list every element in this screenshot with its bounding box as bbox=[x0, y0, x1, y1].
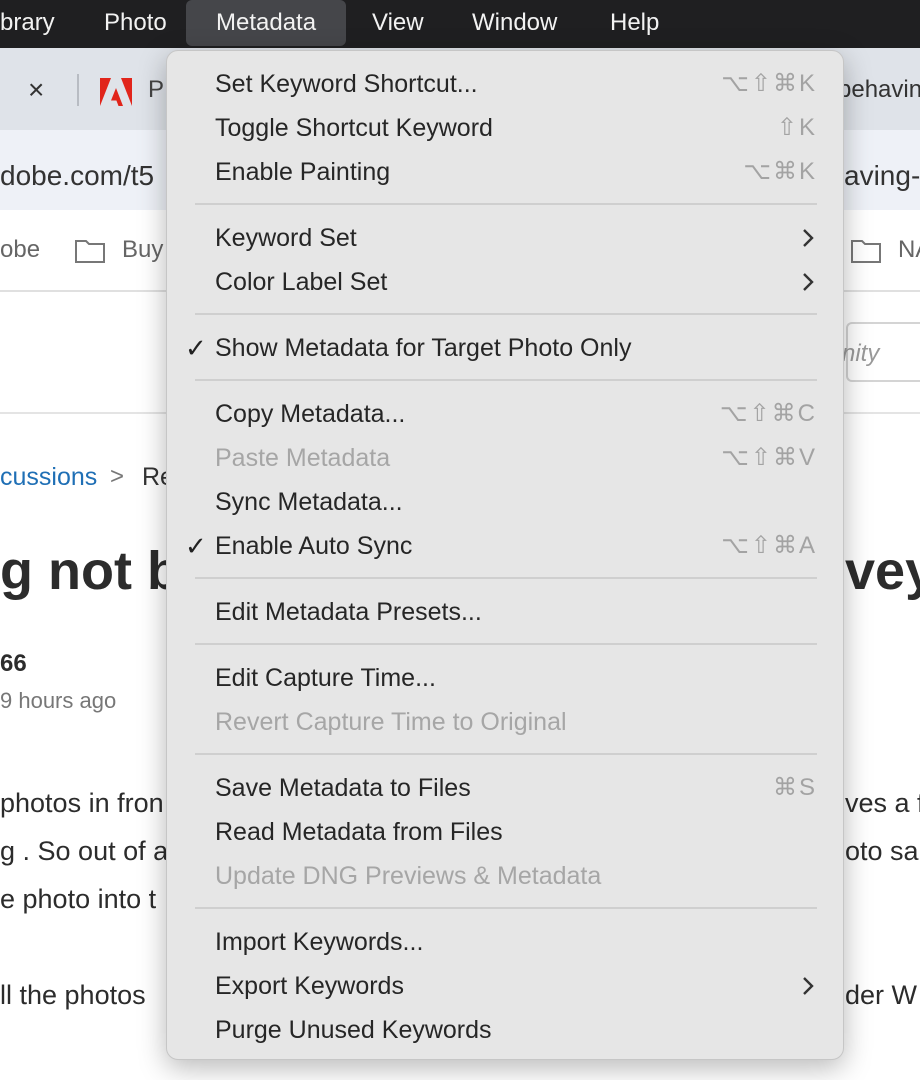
chevron-right-icon bbox=[803, 977, 814, 995]
menu-item-edit-metadata-presets[interactable]: Edit Metadata Presets... bbox=[167, 590, 843, 634]
menu-item-label: Revert Capture Time to Original bbox=[215, 708, 567, 736]
menu-item-label: Copy Metadata... bbox=[215, 400, 406, 428]
breadcrumb-link[interactable]: cussions bbox=[0, 463, 97, 492]
menu-item-label: Save Metadata to Files bbox=[215, 774, 471, 802]
menu-item-read-metadata-from-files[interactable]: Read Metadata from Files bbox=[167, 810, 843, 854]
menu-item-label: Paste Metadata bbox=[215, 444, 391, 472]
menu-item-label: Edit Capture Time... bbox=[215, 664, 436, 692]
menu-item-shortcut: ⌥⇧⌘V bbox=[721, 444, 817, 471]
menu-item-label: Purge Unused Keywords bbox=[215, 1016, 492, 1044]
post-body-line: e photo into t bbox=[0, 884, 157, 914]
menu-item-shortcut: ⌘S bbox=[772, 774, 817, 801]
metadata-dropdown-menu: Set Keyword Shortcut... ⌥⇧⌘K Toggle Shor… bbox=[166, 50, 844, 1060]
menu-item-import-keywords[interactable]: Import Keywords... bbox=[167, 920, 843, 964]
post-body-line: g . So out of a bbox=[0, 836, 169, 866]
menu-item-set-keyword-shortcut[interactable]: Set Keyword Shortcut... ⌥⇧⌘K bbox=[167, 62, 843, 106]
menu-item-enable-auto-sync[interactable]: ✓ Enable Auto Sync ⌥⇧⌘A bbox=[167, 524, 843, 568]
folder-icon bbox=[851, 240, 881, 263]
post-body-line-right: ves a f bbox=[845, 788, 920, 818]
menu-item-show-metadata-target-only[interactable]: ✓ Show Metadata for Target Photo Only bbox=[167, 326, 843, 370]
post-title: g not b bbox=[0, 541, 180, 601]
menu-item-label: Export Keywords bbox=[215, 972, 404, 1000]
checkmark-icon: ✓ bbox=[185, 531, 207, 561]
tab-divider bbox=[77, 74, 79, 106]
browser-tab-title-right[interactable]: behavin bbox=[838, 76, 920, 104]
browser-tab-title[interactable]: P bbox=[148, 76, 164, 104]
menu-item-label: Sync Metadata... bbox=[215, 488, 403, 516]
menu-item-label: Toggle Shortcut Keyword bbox=[215, 114, 493, 142]
menu-item-edit-capture-time[interactable]: Edit Capture Time... bbox=[167, 656, 843, 700]
menu-item-toggle-shortcut-keyword[interactable]: Toggle Shortcut Keyword ⇧K bbox=[167, 106, 843, 150]
bookmark-item-buy[interactable]: Buy bbox=[122, 236, 163, 264]
menu-item-save-metadata-to-files[interactable]: Save Metadata to Files ⌘S bbox=[167, 766, 843, 810]
menu-item-label: Keyword Set bbox=[215, 224, 357, 252]
post-title-right: vey bbox=[845, 541, 920, 601]
menu-separator bbox=[195, 203, 817, 205]
folder-icon bbox=[75, 240, 105, 263]
post-body-line-right: der W bbox=[845, 980, 918, 1010]
menu-view[interactable]: View bbox=[356, 0, 440, 46]
bookmark-item-na[interactable]: NA bbox=[898, 236, 920, 264]
menu-item-label: Set Keyword Shortcut... bbox=[215, 70, 478, 98]
menu-separator bbox=[195, 577, 817, 579]
menu-separator bbox=[195, 753, 817, 755]
menu-help[interactable]: Help bbox=[594, 0, 675, 46]
menu-item-label: Color Label Set bbox=[215, 268, 388, 296]
menu-item-shortcut: ⌥⇧⌘K bbox=[721, 70, 817, 97]
menu-metadata[interactable]: Metadata bbox=[186, 0, 347, 46]
address-url-right[interactable]: aving- bbox=[844, 160, 920, 192]
post-time: 9 hours ago bbox=[0, 688, 117, 713]
menu-item-revert-capture-time: Revert Capture Time to Original bbox=[167, 700, 843, 744]
post-body-line: photos in fron bbox=[0, 788, 164, 818]
breadcrumb-separator: > bbox=[110, 463, 125, 490]
menu-item-purge-unused-keywords[interactable]: Purge Unused Keywords bbox=[167, 1008, 843, 1052]
bookmark-item[interactable]: obe bbox=[0, 236, 40, 264]
adobe-logo-icon bbox=[100, 78, 132, 106]
menu-item-label: Enable Painting bbox=[215, 158, 391, 186]
address-url-left[interactable]: dobe.com/t5 bbox=[0, 160, 154, 192]
checkmark-icon: ✓ bbox=[185, 333, 207, 363]
menu-item-export-keywords[interactable]: Export Keywords bbox=[167, 964, 843, 1008]
menu-item-label: Enable Auto Sync bbox=[215, 532, 413, 560]
post-body-line: ll the photos bbox=[0, 980, 146, 1010]
menu-item-label: Edit Metadata Presets... bbox=[215, 598, 482, 626]
menu-item-shortcut: ⌥⌘K bbox=[743, 158, 817, 185]
post-body-line-right: oto sa bbox=[845, 836, 919, 866]
chevron-right-icon bbox=[803, 273, 814, 291]
menu-photo[interactable]: Photo bbox=[88, 0, 183, 46]
menu-separator bbox=[195, 643, 817, 645]
menu-item-label: Show Metadata for Target Photo Only bbox=[215, 334, 632, 362]
post-author[interactable]: 66 bbox=[0, 650, 27, 678]
menubar: brary Photo Metadata View Window Help bbox=[0, 0, 920, 48]
menu-item-shortcut: ⇧K bbox=[776, 114, 817, 141]
community-search-placeholder: nity bbox=[842, 340, 880, 367]
tab-close-icon[interactable]: × bbox=[28, 76, 52, 104]
menu-item-label: Read Metadata from Files bbox=[215, 818, 503, 846]
chevron-right-icon bbox=[803, 229, 814, 247]
menu-item-copy-metadata[interactable]: Copy Metadata... ⌥⇧⌘C bbox=[167, 392, 843, 436]
menu-library[interactable]: brary bbox=[0, 0, 71, 46]
menu-item-keyword-set[interactable]: Keyword Set bbox=[167, 216, 843, 260]
menu-item-enable-painting[interactable]: Enable Painting ⌥⌘K bbox=[167, 150, 843, 194]
menu-item-update-dng-previews: Update DNG Previews & Metadata bbox=[167, 854, 843, 898]
menu-item-sync-metadata[interactable]: Sync Metadata... bbox=[167, 480, 843, 524]
menu-separator bbox=[195, 379, 817, 381]
menu-item-paste-metadata: Paste Metadata ⌥⇧⌘V bbox=[167, 436, 843, 480]
menu-window[interactable]: Window bbox=[456, 0, 573, 46]
menu-item-label: Update DNG Previews & Metadata bbox=[215, 862, 602, 890]
menu-item-shortcut: ⌥⇧⌘A bbox=[721, 532, 817, 559]
menu-separator bbox=[195, 907, 817, 909]
menu-item-color-label-set[interactable]: Color Label Set bbox=[167, 260, 843, 304]
menu-item-label: Import Keywords... bbox=[215, 928, 424, 956]
menu-item-shortcut: ⌥⇧⌘C bbox=[719, 400, 817, 427]
menu-separator bbox=[195, 313, 817, 315]
